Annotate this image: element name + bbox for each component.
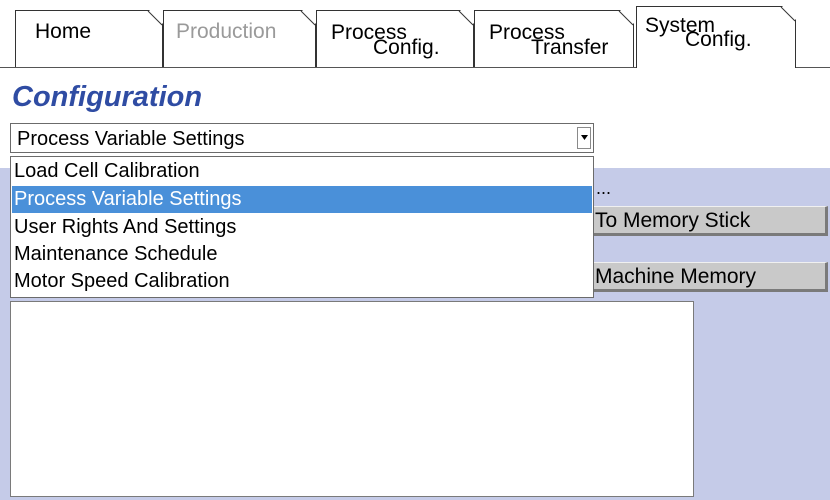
tab-corner-icon [453,11,473,31]
load-machine-memory-button[interactable]: Machine Memory [560,262,828,292]
tab-corner-icon [613,11,633,31]
tab-production[interactable]: Production [163,10,316,67]
dropdown-option-user-rights-and-settings[interactable]: User Rights And Settings [12,214,592,241]
dropdown-option-process-variable-settings[interactable]: Process Variable Settings [12,186,592,213]
configuration-select[interactable]: Process Variable Settings [10,123,594,153]
tab-bar: Home Production Process Config. Process … [0,0,830,68]
dropdown-option-maintenance-schedule[interactable]: Maintenance Schedule [12,241,592,268]
configuration-dropdown-list: Load Cell Calibration Process Variable S… [10,156,594,298]
dropdown-option-motor-speed-calibration[interactable]: Motor Speed Calibration [12,268,592,295]
tab-home-label: Home [35,20,92,43]
tab-process-config[interactable]: Process Config. [316,10,474,67]
log-textarea[interactable] [10,301,694,497]
page-title: Configuration [12,81,203,113]
tab-process-transfer-line2: Transfer [531,36,609,59]
chevron-down-icon[interactable] [577,127,591,149]
save-to-memory-stick-label: To Memory Stick [595,209,751,232]
tab-home[interactable]: Home [15,10,163,67]
tab-process-transfer[interactable]: Process Transfer [474,10,634,67]
configuration-select-value: Process Variable Settings [17,128,245,150]
tab-corner-icon [142,11,162,31]
dropdown-option-load-cell-calibration[interactable]: Load Cell Calibration [12,158,592,185]
tab-system-config-line2: Config. [685,28,752,51]
tab-corner-icon [295,11,315,31]
load-machine-memory-label: Machine Memory [595,265,757,288]
tab-process-config-line2: Config. [373,36,440,59]
save-to-memory-stick-button[interactable]: To Memory Stick [560,206,828,236]
tab-production-label: Production [176,20,277,43]
tab-corner-icon [775,7,795,27]
status-text: ... [596,178,612,198]
tab-system-config[interactable]: System Config. [636,6,796,68]
